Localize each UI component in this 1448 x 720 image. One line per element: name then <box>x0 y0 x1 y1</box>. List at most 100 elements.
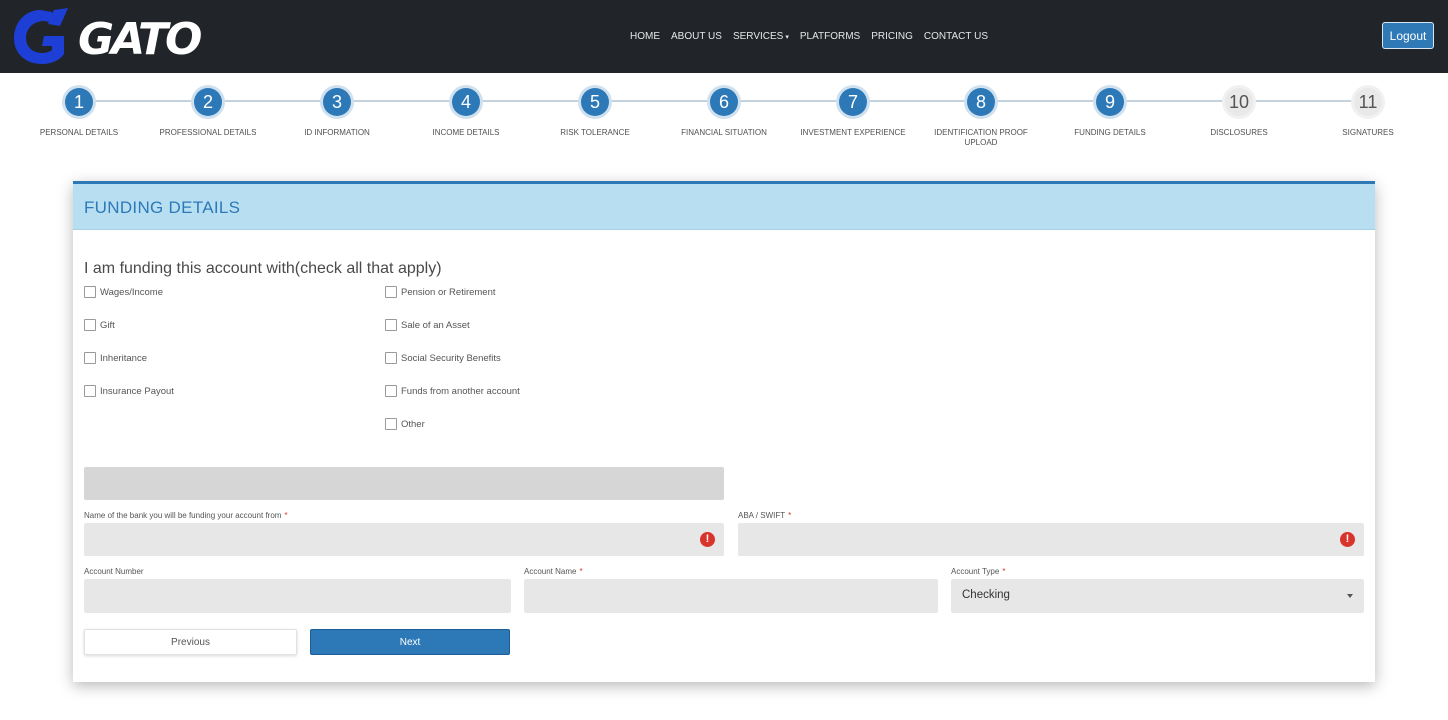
checkbox-label: Gift <box>100 319 115 331</box>
step-2[interactable]: 2 PROFESSIONAL DETAILS <box>143 88 273 138</box>
checkbox-box[interactable] <box>84 385 96 397</box>
required-marker: * <box>284 511 288 520</box>
account-name-label-text: Account Name <box>524 567 577 576</box>
aba-swift-input[interactable]: ! <box>738 523 1364 556</box>
account-number-input[interactable] <box>84 579 511 613</box>
bank-name-label: Name of the bank you will be funding you… <box>84 511 288 520</box>
error-icon: ! <box>700 532 715 547</box>
previous-button[interactable]: Previous <box>84 629 297 655</box>
step-6[interactable]: 6 FINANCIAL SITUATION <box>659 88 789 138</box>
nav-contact-us[interactable]: CONTACT US <box>924 31 988 42</box>
checkbox-wages-income[interactable]: Wages/Income <box>84 286 163 298</box>
account-name-input[interactable] <box>524 579 938 613</box>
card-header: FUNDING DETAILS <box>73 184 1375 230</box>
nav-services[interactable]: SERVICES ▾ <box>733 31 789 42</box>
checkbox-pension-retirement[interactable]: Pension or Retirement <box>385 286 496 298</box>
error-icon: ! <box>1340 532 1355 547</box>
other-source-field[interactable] <box>84 467 724 500</box>
aba-swift-label: ABA / SWIFT * <box>738 511 791 520</box>
required-marker: * <box>1002 567 1006 576</box>
step-number: 2 <box>194 88 222 116</box>
checkbox-box[interactable] <box>385 352 397 364</box>
checkbox-sale-of-asset[interactable]: Sale of an Asset <box>385 319 470 331</box>
chevron-down-icon: ▾ <box>785 34 789 41</box>
step-10[interactable]: 10 DISCLOSURES <box>1174 88 1304 138</box>
step-3[interactable]: 3 ID INFORMATION <box>272 88 402 138</box>
step-label: RISK TOLERANCE <box>560 128 630 137</box>
checkbox-box[interactable] <box>84 286 96 298</box>
checkbox-inheritance[interactable]: Inheritance <box>84 352 147 364</box>
gato-logo[interactable]: GATO <box>12 6 202 66</box>
step-label: SIGNATURES <box>1342 128 1394 137</box>
nav-home[interactable]: HOME <box>630 31 660 42</box>
checkbox-label: Other <box>401 418 425 430</box>
next-button[interactable]: Next <box>310 629 510 655</box>
checkbox-social-security[interactable]: Social Security Benefits <box>385 352 501 364</box>
account-name-label: Account Name * <box>524 567 583 576</box>
step-1[interactable]: 1 PERSONAL DETAILS <box>14 88 144 138</box>
logo-wordmark: GATO <box>78 14 202 65</box>
card-title: FUNDING DETAILS <box>84 198 241 217</box>
step-number: 10 <box>1225 88 1253 116</box>
step-label: ID INFORMATION <box>304 128 370 137</box>
progress-stepper: 1 PERSONAL DETAILS 2 PROFESSIONAL DETAIL… <box>0 80 1448 160</box>
step-label: INVESTMENT EXPERIENCE <box>800 128 906 137</box>
checkbox-insurance-payout[interactable]: Insurance Payout <box>84 385 174 397</box>
checkbox-box[interactable] <box>385 319 397 331</box>
account-type-select[interactable]: Checking <box>951 579 1364 613</box>
required-marker: * <box>579 567 583 576</box>
checkbox-label: Funds from another account <box>401 385 520 397</box>
checkbox-box[interactable] <box>385 418 397 430</box>
nav-services-label: SERVICES <box>732 31 784 42</box>
step-number: 8 <box>967 88 995 116</box>
top-navbar: GATO HOME ABOUT US SERVICES ▾ PLATFORMS P… <box>0 0 1448 73</box>
step-label: FUNDING DETAILS <box>1074 128 1146 137</box>
funding-details-card: FUNDING DETAILS I am funding this accoun… <box>73 181 1375 682</box>
main-nav: HOME ABOUT US SERVICES ▾ PLATFORMS PRICIN… <box>630 0 999 73</box>
step-number: 4 <box>452 88 480 116</box>
funding-question: I am funding this account with(check all… <box>84 260 442 277</box>
checkbox-label: Social Security Benefits <box>401 352 501 364</box>
step-7[interactable]: 7 INVESTMENT EXPERIENCE <box>788 88 918 138</box>
step-label: DISCLOSURES <box>1210 128 1268 137</box>
checkbox-funds-another-account[interactable]: Funds from another account <box>385 385 520 397</box>
step-number: 9 <box>1096 88 1124 116</box>
step-number: 3 <box>323 88 351 116</box>
account-number-label: Account Number <box>84 567 144 576</box>
required-marker: * <box>788 511 792 520</box>
step-label: IDENTIFICATION PROOF UPLOAD <box>934 128 1028 147</box>
checkbox-label: Sale of an Asset <box>401 319 470 331</box>
account-type-value: Checking <box>962 589 1010 601</box>
step-number: 7 <box>839 88 867 116</box>
checkbox-box[interactable] <box>84 319 96 331</box>
step-8[interactable]: 8 IDENTIFICATION PROOF UPLOAD <box>916 88 1046 148</box>
step-label: FINANCIAL SITUATION <box>681 128 767 137</box>
step-4[interactable]: 4 INCOME DETAILS <box>401 88 531 138</box>
step-label: PROFESSIONAL DETAILS <box>159 128 257 137</box>
checkbox-label: Wages/Income <box>100 286 164 298</box>
gato-logo-mark <box>14 8 68 64</box>
aba-swift-label-text: ABA / SWIFT <box>738 511 786 520</box>
nav-pricing[interactable]: PRICING <box>871 31 913 42</box>
checkbox-label: Inheritance <box>100 352 148 364</box>
step-5[interactable]: 5 RISK TOLERANCE <box>530 88 660 138</box>
bank-name-input[interactable]: ! <box>84 523 724 556</box>
checkbox-label: Insurance Payout <box>100 385 174 397</box>
step-number: 1 <box>65 88 93 116</box>
logout-button[interactable]: Logout <box>1382 22 1434 49</box>
checkbox-box[interactable] <box>84 352 96 364</box>
account-type-label: Account Type * <box>951 567 1005 576</box>
checkbox-label: Pension or Retirement <box>401 286 496 298</box>
dropdown-caret-icon <box>1347 594 1353 598</box>
nav-platforms[interactable]: PLATFORMS <box>800 31 860 42</box>
account-type-label-text: Account Type <box>951 567 1000 576</box>
step-9[interactable]: 9 FUNDING DETAILS <box>1045 88 1175 138</box>
checkbox-box[interactable] <box>385 385 397 397</box>
checkbox-box[interactable] <box>385 286 397 298</box>
checkbox-gift[interactable]: Gift <box>84 319 115 331</box>
step-label: INCOME DETAILS <box>432 128 500 137</box>
checkbox-other[interactable]: Other <box>385 418 425 430</box>
step-11[interactable]: 11 SIGNATURES <box>1303 88 1433 138</box>
nav-about-us[interactable]: ABOUT US <box>671 31 722 42</box>
step-number: 5 <box>581 88 609 116</box>
